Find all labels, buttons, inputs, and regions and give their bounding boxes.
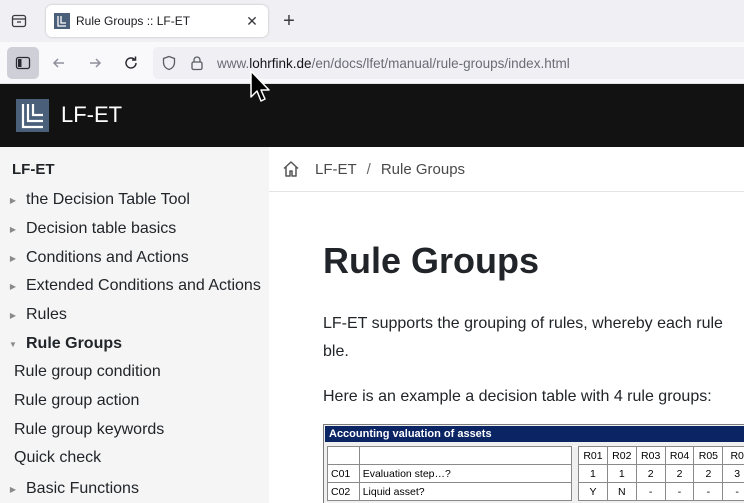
- rule-cell: 1: [606, 464, 637, 483]
- rule-cell: 1: [578, 464, 608, 483]
- rule-cell: 2: [664, 464, 695, 483]
- expand-arrow-icon[interactable]: ▶: [0, 254, 26, 263]
- table-row: C02 Liquid asset? Y N - - - -: [327, 482, 744, 501]
- sidebar-item-rule-group-keywords[interactable]: Rule group keywords: [0, 417, 269, 443]
- sidebar-item-rules[interactable]: ▶ Rules: [0, 302, 269, 328]
- decision-table-image: Accounting valuation of assets R01 R02 R…: [323, 424, 744, 503]
- rule-header: R03: [635, 446, 666, 465]
- rule-cell: Y: [578, 482, 608, 501]
- rule-header: R05: [693, 446, 724, 465]
- condition-text: Evaluation step…?: [358, 464, 573, 483]
- sidebar-item-extended-conditions[interactable]: ▶ Extended Conditions and Actions: [0, 273, 269, 299]
- reload-icon[interactable]: [119, 51, 143, 75]
- breadcrumb: LF-ET / Rule Groups: [269, 147, 744, 192]
- rule-cell: -: [635, 482, 666, 501]
- home-icon[interactable]: [281, 159, 301, 179]
- expand-arrow-icon[interactable]: ▶: [0, 282, 26, 291]
- site-logo-icon[interactable]: [16, 99, 49, 132]
- tab-close-icon[interactable]: ✕: [242, 11, 262, 31]
- sidebar-title[interactable]: LF-ET: [12, 161, 55, 178]
- condition-id: C01: [327, 464, 360, 483]
- condition-id: C02: [327, 482, 360, 501]
- collapse-arrow-icon[interactable]: ▼: [0, 340, 26, 349]
- sidebar-item-conditions-actions[interactable]: ▶ Conditions and Actions: [0, 245, 269, 271]
- breadcrumb-current: Rule Groups: [380, 160, 466, 178]
- site-favicon-icon: [54, 13, 70, 29]
- back-arrow-icon[interactable]: [47, 51, 71, 75]
- lock-icon[interactable]: [189, 55, 205, 71]
- sidebar-icon: [15, 56, 31, 70]
- expand-arrow-icon[interactable]: ▶: [0, 311, 26, 320]
- decision-table-title: Accounting valuation of assets: [325, 426, 744, 442]
- table-row: C01 Evaluation step…? 1 1 2 2 2 3: [327, 464, 744, 483]
- expand-arrow-icon[interactable]: ▶: [0, 225, 26, 234]
- breadcrumb-root-link[interactable]: LF-ET: [315, 161, 357, 178]
- rule-cell: 2: [635, 464, 666, 483]
- docs-sidebar: LF-ET ▶ the Decision Table Tool ▶ Decisi…: [0, 147, 269, 503]
- sidebar-item-decision-table-tool[interactable]: ▶ the Decision Table Tool: [0, 187, 269, 213]
- rule-cell: N: [606, 482, 637, 501]
- expand-arrow-icon[interactable]: ▶: [0, 196, 26, 205]
- url-text: www.lohrfink.de/en/docs/lfet/manual/rule…: [217, 56, 570, 71]
- example-paragraph: Here is an example a decision table with…: [323, 388, 712, 405]
- sidebar-toggle-button[interactable]: [7, 47, 39, 79]
- site-name[interactable]: LF-ET: [61, 102, 122, 128]
- rule-header: R02: [606, 446, 637, 465]
- rule-cell: 2: [693, 464, 724, 483]
- breadcrumb-separator: /: [366, 160, 371, 178]
- browser-tab-bar: Rule Groups :: LF-ET ✕ +: [0, 0, 744, 42]
- decision-table: R01 R02 R03 R04 R05 R0 C01 Evaluation st…: [327, 446, 744, 501]
- tab-title: Rule Groups :: LF-ET: [76, 14, 191, 28]
- rule-cell: -: [693, 482, 724, 501]
- rule-cell: -: [722, 482, 744, 501]
- sidebar-item-decision-table-basics[interactable]: ▶ Decision table basics: [0, 216, 269, 242]
- browser-nav-bar: www.lohrfink.de/en/docs/lfet/manual/rule…: [0, 42, 744, 84]
- sidebar-item-rule-groups[interactable]: ▼ Rule Groups: [0, 331, 269, 357]
- tracking-shield-icon[interactable]: [161, 55, 177, 71]
- main-content: LF-ET / Rule Groups Rule Groups LF-ET su…: [269, 147, 744, 503]
- mouse-cursor-icon: [250, 70, 270, 102]
- rule-cell: 3: [722, 464, 744, 483]
- sidebar-item-basic-functions[interactable]: ▶ Basic Functions: [0, 476, 269, 502]
- table-row: R01 R02 R03 R04 R05 R0: [327, 446, 744, 465]
- expand-arrow-icon[interactable]: ▶: [0, 485, 26, 494]
- intro-paragraph-line-2: ble.: [323, 343, 349, 360]
- sidebar-item-rule-group-condition[interactable]: Rule group condition: [0, 359, 269, 385]
- rule-header: R04: [664, 446, 695, 465]
- rule-header: R0: [722, 446, 744, 465]
- condition-text: Liquid asset?: [358, 482, 573, 501]
- rule-header: R01: [578, 446, 608, 465]
- sidebar-item-quick-check[interactable]: Quick check: [0, 445, 269, 471]
- intro-paragraph-line-1: LF-ET supports the grouping of rules, wh…: [323, 315, 723, 332]
- sidebar-item-rule-group-action[interactable]: Rule group action: [0, 388, 269, 414]
- page-title: Rule Groups: [323, 240, 540, 281]
- forward-arrow-icon[interactable]: [83, 51, 107, 75]
- new-tab-button[interactable]: +: [278, 10, 300, 32]
- rule-cell: -: [664, 482, 695, 501]
- site-header: LF-ET: [0, 84, 744, 147]
- tab-list-icon[interactable]: [7, 9, 31, 33]
- browser-tab-active[interactable]: Rule Groups :: LF-ET ✕: [46, 5, 268, 37]
- url-bar[interactable]: www.lohrfink.de/en/docs/lfet/manual/rule…: [153, 47, 744, 79]
